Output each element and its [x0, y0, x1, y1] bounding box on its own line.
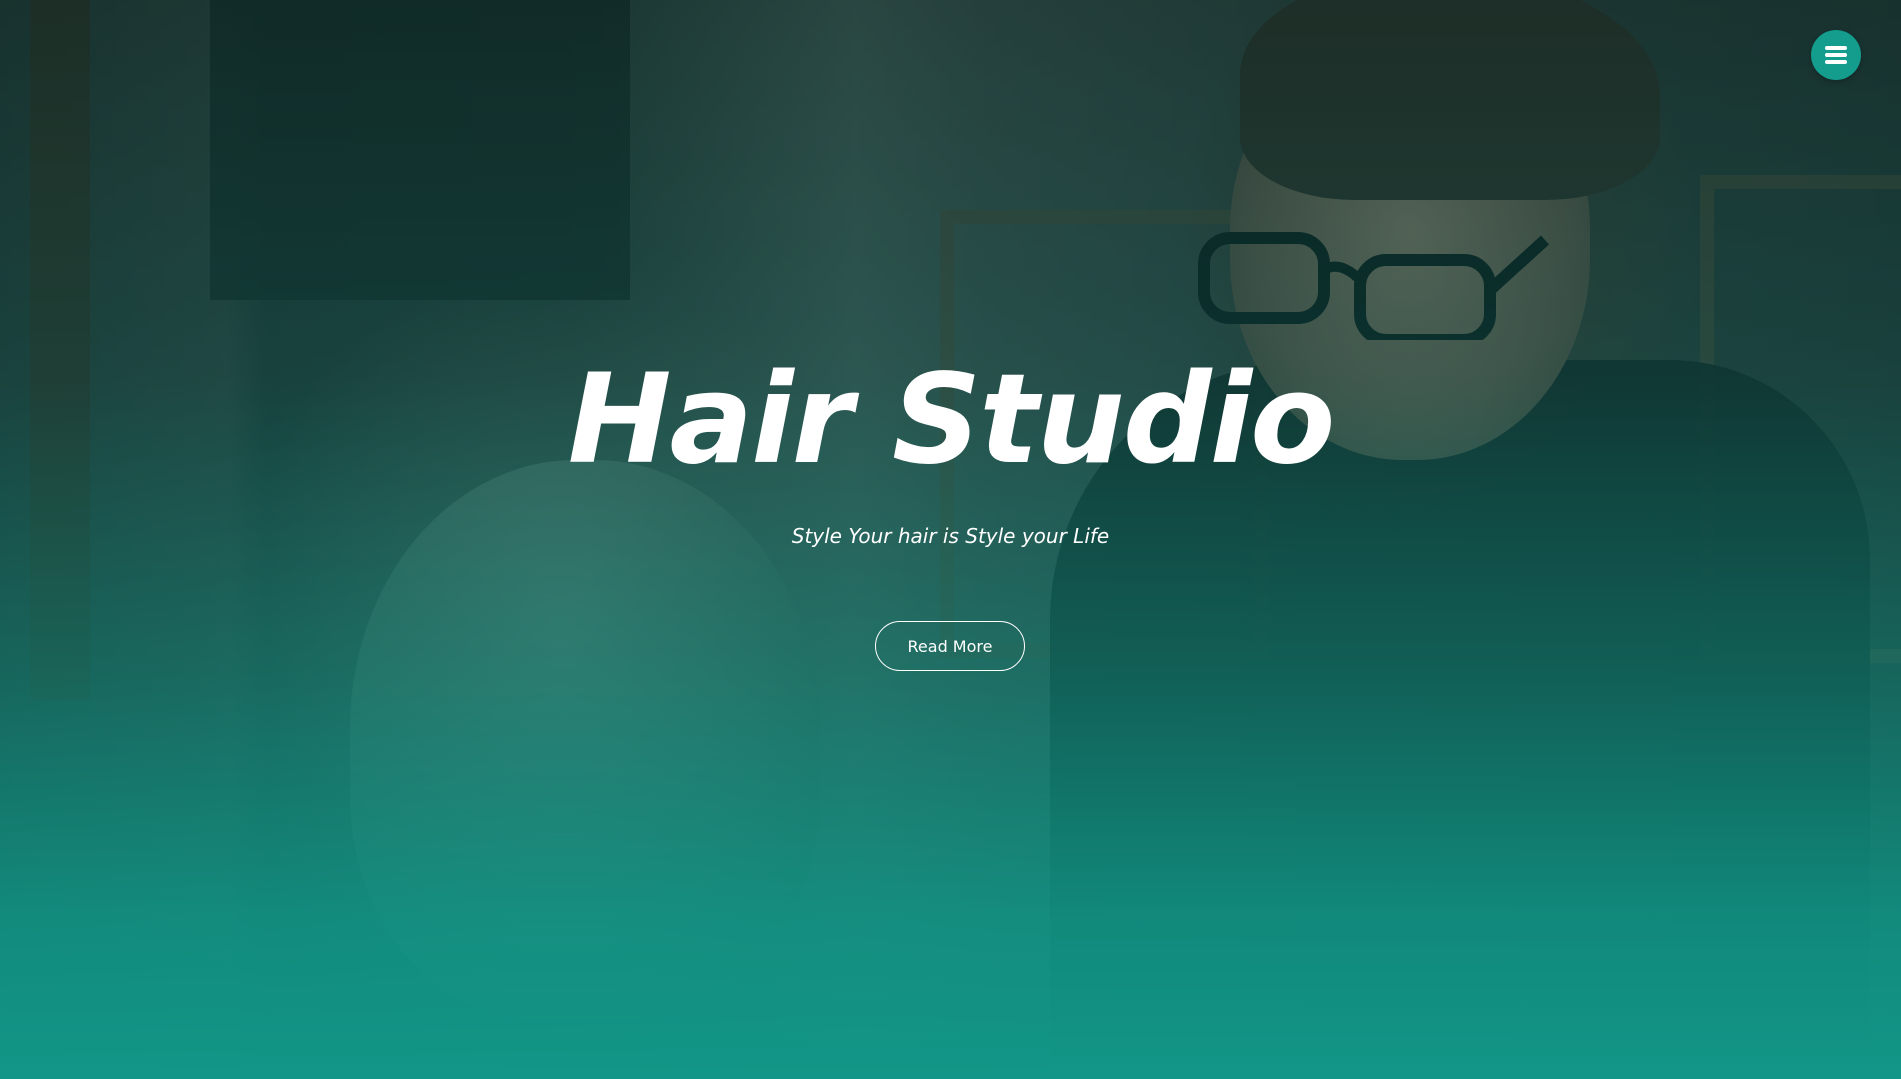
- hero-content: Hair Studio Style Your hair is Style you…: [0, 0, 1901, 1079]
- hero-tagline: Style Your hair is Style your Life: [791, 524, 1110, 548]
- hero-title: Hair Studio: [567, 348, 1336, 492]
- read-more-button[interactable]: Read More: [875, 621, 1025, 671]
- hero-section: Hair Studio Style Your hair is Style you…: [0, 0, 1901, 1079]
- menu-toggle-button[interactable]: [1811, 30, 1861, 80]
- hamburger-menu-icon: [1825, 46, 1847, 64]
